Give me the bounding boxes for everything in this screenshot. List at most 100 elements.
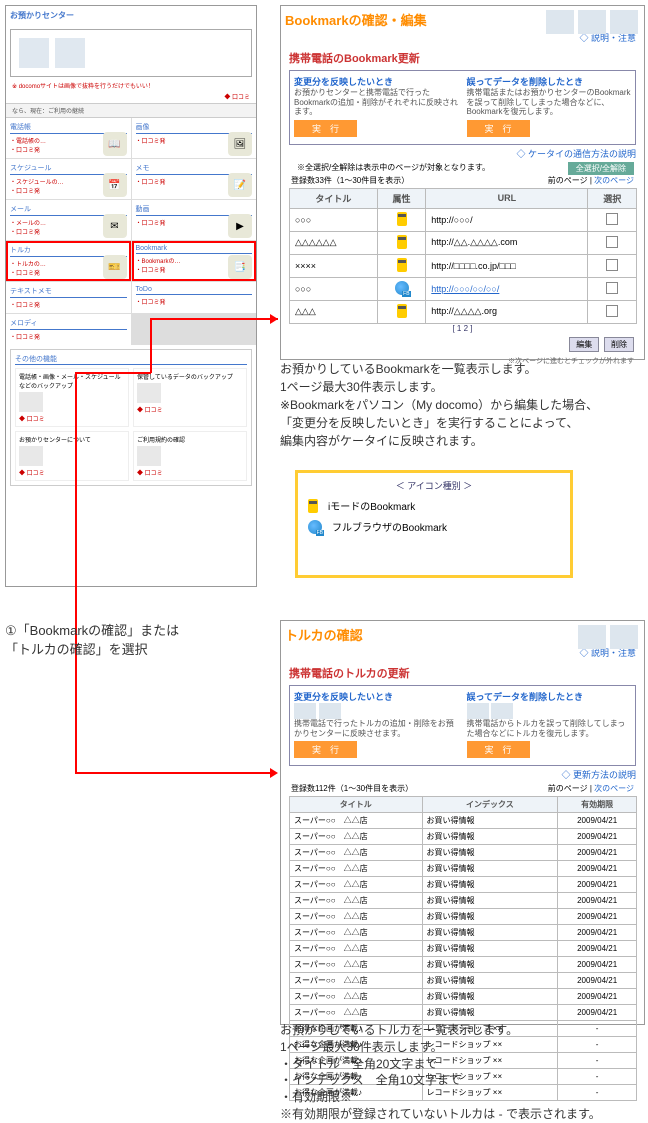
table-row: スーパー○○ △△店お買い得情報2009/04/21 [290, 893, 637, 909]
table-row: スーパー○○ △△店お買い得情報2009/04/21 [290, 1005, 637, 1021]
imode-icon [397, 258, 407, 272]
c3-l2: 1ページ最大30件表示します。 [280, 1039, 640, 1056]
cell-title: ○○○ [290, 208, 378, 231]
more-link[interactable]: ◆ 口コミ [12, 92, 250, 101]
category-cell[interactable]: 電話帳・電話帳の…・口コミ発📖 [6, 118, 131, 158]
category-cell[interactable]: ToDo・口コミ発 [132, 282, 257, 313]
category-cell[interactable]: 動画・口コミ発▶ [132, 200, 257, 240]
cell-index: お買い得情報 [422, 845, 558, 861]
cell-title: スーパー○○ △△店 [290, 1005, 423, 1021]
cell-expiry: 2009/04/21 [558, 1005, 637, 1021]
cell-title: スーパー○○ △△店 [290, 925, 423, 941]
th-url[interactable]: URL [426, 188, 588, 208]
legend-imode-label: iモードのBookmark [328, 498, 415, 513]
next-page-link[interactable]: 次のページ [594, 784, 634, 793]
delete-button[interactable]: 削除 [604, 337, 634, 352]
arrow1-line [75, 372, 151, 374]
c3-l3: ・タイトル 全角20文字まで [280, 1056, 640, 1073]
record-count: 登録数33件（1〜30件目を表示） [291, 175, 409, 186]
other-sub[interactable]: お預かりセンターについて◆ 口コミ [15, 431, 129, 481]
restore-run-button[interactable]: 実 行 [467, 120, 530, 137]
cell-url: http://△△.△△△△.com [426, 231, 588, 254]
c3-l4: ・インデックス 全角10文字まで [280, 1072, 640, 1089]
category-cell[interactable]: 画像・口コミ発🖼 [132, 118, 257, 158]
th-index[interactable]: インデックス [422, 797, 558, 813]
select-checkbox[interactable] [606, 305, 618, 317]
restore-col-text: 携帯電話からトルカを誤って削除してしまった場合などにトルカを復元します。 [467, 719, 632, 738]
category-cell[interactable]: メール・メールの…・口コミ発✉ [6, 200, 131, 240]
caption-1: ①「Bookmarkの確認」または 「トルカの確認」を選択 [5, 620, 179, 658]
legend-fb-label: フルブラウザのBookmark [332, 519, 447, 534]
cell-attr [377, 254, 425, 277]
select-checkbox[interactable] [606, 213, 618, 225]
cell-attr [377, 231, 425, 254]
table-row: スーパー○○ △△店お買い得情報2009/04/21 [290, 941, 637, 957]
th-attr[interactable]: 属性 [377, 188, 425, 208]
fullbrowser-icon [395, 281, 409, 295]
cell-attr [377, 208, 425, 231]
table-row: △△△http://△△△△.org [290, 300, 637, 323]
cell-title: ×××× [290, 254, 378, 277]
header-image-icon [546, 10, 574, 34]
edit-button[interactable]: 編集 [569, 337, 599, 352]
c2-l3: ※Bookmarkをパソコン（My docomo）から編集した場合、 [280, 396, 640, 414]
imode-icon [308, 499, 318, 513]
c2-l4: 「変更分を反映したいとき」を実行することによって、 [280, 414, 640, 432]
caption-3: お預かりしているトルカを一覧表示します。 1ページ最大30件表示します。 ・タイ… [280, 1022, 640, 1123]
select-checkbox[interactable] [606, 282, 618, 294]
table-row: ××××http://□□□□.co.jp/□□□ [290, 254, 637, 277]
cell-title: スーパー○○ △△店 [290, 909, 423, 925]
cell-expiry: 2009/04/21 [558, 957, 637, 973]
category-cell[interactable]: Bookmark・Bookmarkの…・口コミ発📑 [132, 241, 257, 281]
table-row: スーパー○○ △△店お買い得情報2009/04/21 [290, 845, 637, 861]
pager-bottom[interactable]: [ 1 2 ] [285, 324, 640, 333]
cell-index: お買い得情報 [422, 941, 558, 957]
cell-expiry: 2009/04/21 [558, 861, 637, 877]
category-cell[interactable]: スケジュール・スケジュールの…・口コミ発📅 [6, 159, 131, 199]
th-title[interactable]: タイトル [290, 797, 423, 813]
category-cell[interactable]: メモ・口コミ発📝 [132, 159, 257, 199]
cell-attr [377, 300, 425, 323]
record-count: 登録数112件（1〜30件目を表示） [291, 783, 413, 794]
other-sub[interactable]: 保管しているデータのバックアップ◆ 口コミ [133, 368, 247, 427]
toruca-subtitle: 携帯電話のトルカの更新 [289, 665, 636, 681]
cell-select [588, 231, 637, 254]
other-sub[interactable]: ご利用規約の確認◆ 口コミ [133, 431, 247, 481]
url-link[interactable]: http://○○○/○○/○○/ [431, 284, 499, 294]
cell-index: お買い得情報 [422, 813, 558, 829]
select-checkbox[interactable] [606, 259, 618, 271]
next-page-link[interactable]: 次のページ [594, 176, 634, 185]
th-title[interactable]: タイトル [290, 188, 378, 208]
c2-l5: 編集内容がケータイに反映されます。 [280, 432, 640, 450]
th-select[interactable]: 選択 [588, 188, 637, 208]
th-expiry[interactable]: 有効期限 [558, 797, 637, 813]
table-row: スーパー○○ △△店お買い得情報2009/04/21 [290, 957, 637, 973]
sync-col-text: お預かりセンターと携帯電話で行ったBookmarkの追加・削除がそれぞれに反映さ… [294, 88, 459, 117]
category-link[interactable]: ・口コミ発 [10, 332, 127, 341]
cell-title: スーパー○○ △△店 [290, 845, 423, 861]
comm-method-link[interactable]: ◇ ケータイの通信方法の説明 [289, 147, 636, 160]
category-cell[interactable]: テキストメモ・口コミ発 [6, 282, 131, 313]
category-icon: 📝 [228, 173, 252, 197]
cell-title: スーパー○○ △△店 [290, 893, 423, 909]
icon-legend: ＜ アイコン種別 ＞ iモードのBookmark フルブラウザのBookmark [295, 470, 573, 578]
cell-index: お買い得情報 [422, 893, 558, 909]
update-method-link[interactable]: ◇ 更新方法の説明 [289, 768, 636, 781]
category-link[interactable]: ・口コミ発 [10, 300, 127, 309]
restore-diagram-icon [491, 703, 513, 719]
category-cell[interactable]: トルカ・トルカの…・口コミ発🎫 [6, 241, 131, 281]
cell-index: お買い得情報 [422, 989, 558, 1005]
cell-expiry: 2009/04/21 [558, 845, 637, 861]
cell-title: ○○○ [290, 277, 378, 300]
category-link[interactable]: ・口コミ発 [136, 297, 253, 306]
other-sub[interactable]: 電話帳・画像・メール・スケジュールなどのバックアップ◆ 口コミ [15, 368, 129, 427]
sync-run-button[interactable]: 実 行 [294, 120, 357, 137]
select-all-button[interactable]: 全選択/全解除 [568, 162, 634, 175]
arrow1-line [150, 318, 278, 320]
select-checkbox[interactable] [606, 236, 618, 248]
arrow-head-icon [270, 314, 278, 324]
restore-run-button[interactable]: 実 行 [467, 741, 530, 758]
sync-run-button[interactable]: 実 行 [294, 741, 357, 758]
category-cell[interactable]: メロディ・口コミ発 [6, 314, 131, 345]
cell-title: スーパー○○ △△店 [290, 829, 423, 845]
